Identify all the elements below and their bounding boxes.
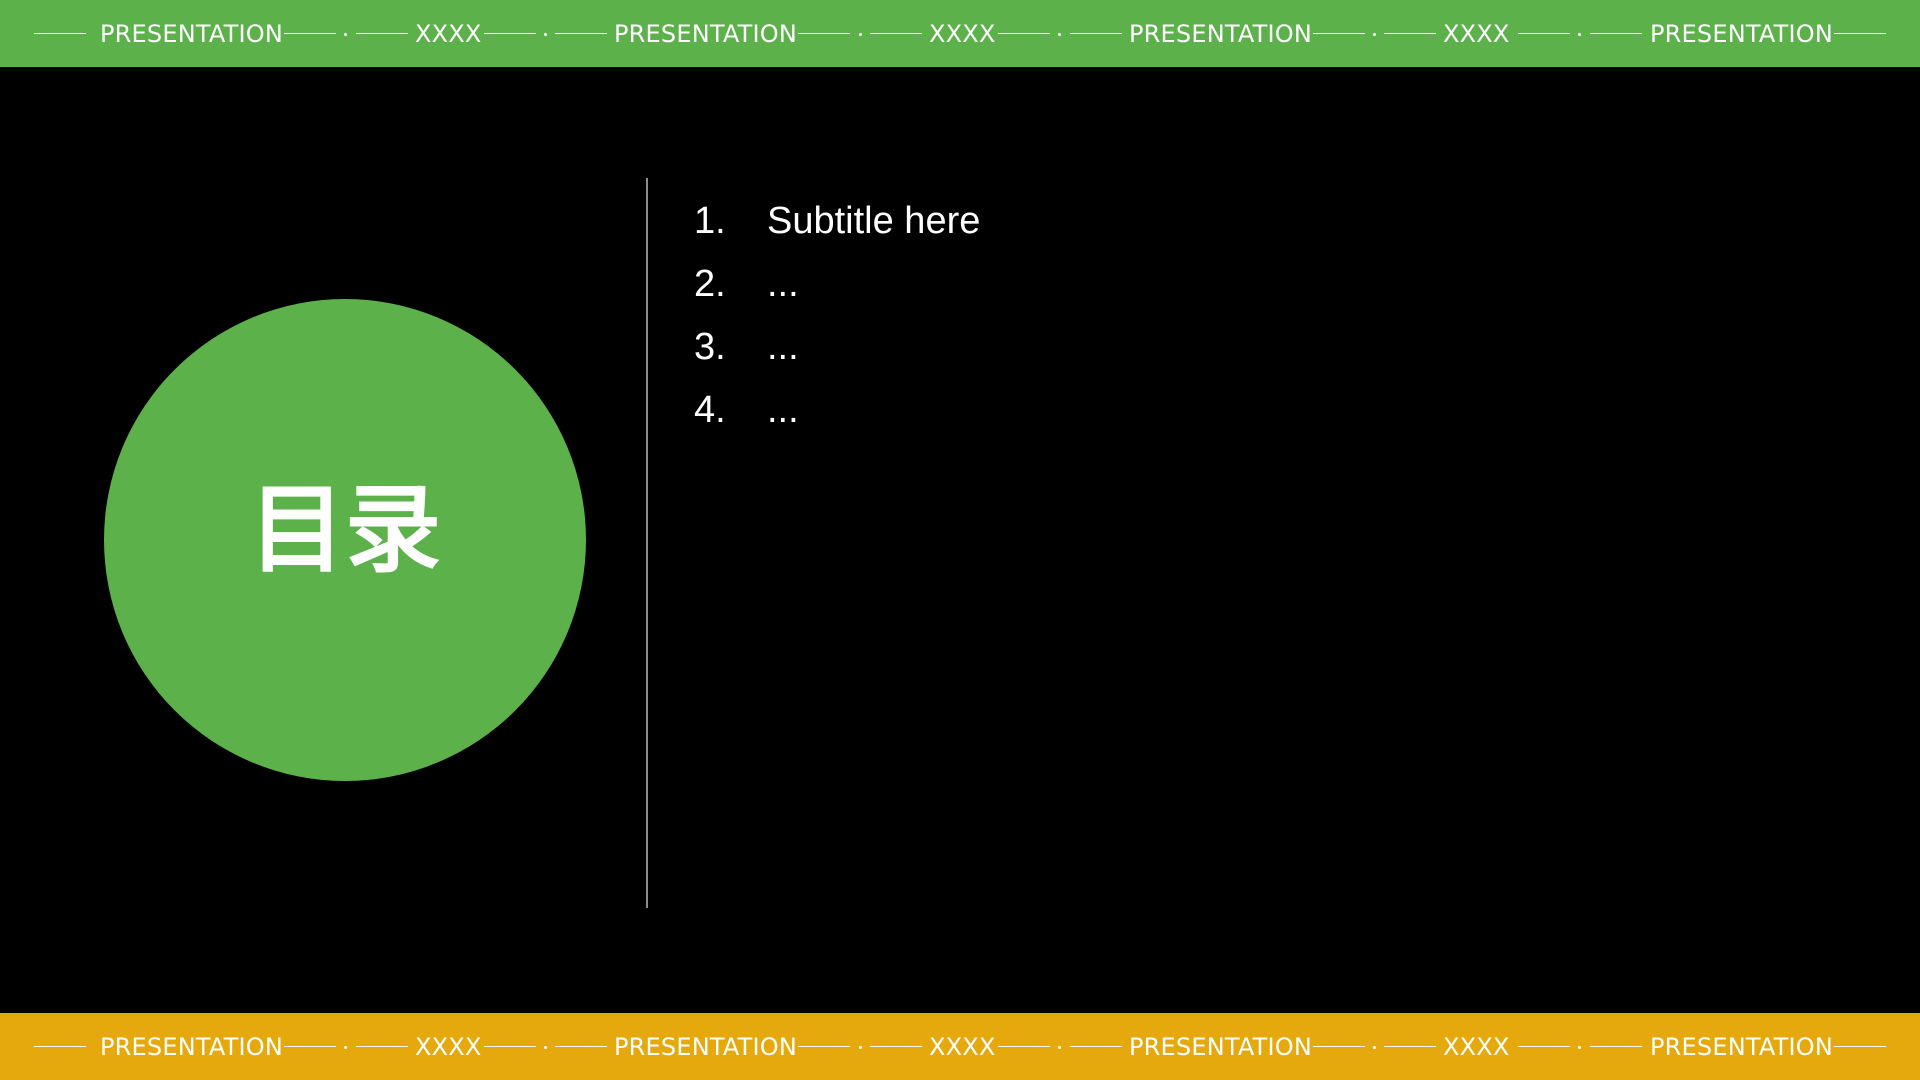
banner-line xyxy=(1313,0,1365,67)
banner-word: XXXX xyxy=(929,1032,996,1061)
banner-line xyxy=(284,0,336,67)
toc-list: 1. Subtitle here 2. ... 3. ... 4. ... xyxy=(694,190,980,442)
banner-dot xyxy=(1373,33,1376,36)
banner-line xyxy=(1590,0,1642,67)
banner-line xyxy=(555,0,607,67)
banner-line xyxy=(1518,0,1570,67)
banner-line xyxy=(356,0,408,67)
page-title: 目录 xyxy=(249,474,441,586)
banner-line xyxy=(998,0,1050,67)
banner-line xyxy=(34,0,86,67)
banner-line xyxy=(1384,1013,1436,1080)
toc-item-number: 4. xyxy=(694,389,726,431)
banner-line xyxy=(1834,0,1886,67)
banner-line xyxy=(1590,1013,1642,1080)
toc-item: 2. ... xyxy=(694,253,980,316)
banner-line xyxy=(798,1013,850,1080)
banner-line xyxy=(870,1013,922,1080)
banner-word: PRESENTATION xyxy=(614,19,797,48)
banner-dot xyxy=(344,33,347,36)
banner-line xyxy=(1070,1013,1122,1080)
banner-word: PRESENTATION xyxy=(1129,19,1312,48)
toc-item-number: 2. xyxy=(694,263,726,305)
banner-word: PRESENTATION xyxy=(100,1032,283,1061)
banner-line xyxy=(1313,1013,1365,1080)
banner-dot xyxy=(859,33,862,36)
banner-line xyxy=(356,1013,408,1080)
banner-dot xyxy=(859,1046,862,1049)
toc-item-text: ... xyxy=(767,389,799,431)
toc-item-number: 1. xyxy=(694,200,726,242)
banner-line xyxy=(998,1013,1050,1080)
toc-item-text: ... xyxy=(767,263,799,305)
banner-line xyxy=(1834,1013,1886,1080)
banner-dot xyxy=(1578,33,1581,36)
banner-line xyxy=(34,1013,86,1080)
bottom-banner-track: PRESENTATION XXXX PRESENTATION XXXX PRES… xyxy=(0,1013,1920,1080)
banner-line xyxy=(870,0,922,67)
banner-word: XXXX xyxy=(1443,1032,1510,1061)
banner-line xyxy=(1384,0,1436,67)
banner-line xyxy=(284,1013,336,1080)
vertical-divider xyxy=(646,178,648,908)
banner-word: XXXX xyxy=(415,1032,482,1061)
banner-word: PRESENTATION xyxy=(1129,1032,1312,1061)
title-circle: 目录 xyxy=(104,299,586,781)
banner-dot xyxy=(544,1046,547,1049)
toc-item: 3. ... xyxy=(694,316,980,379)
banner-word: XXXX xyxy=(929,19,996,48)
banner-line xyxy=(555,1013,607,1080)
banner-dot xyxy=(1373,1046,1376,1049)
banner-line xyxy=(1518,1013,1570,1080)
banner-word: PRESENTATION xyxy=(1650,19,1833,48)
banner-line xyxy=(484,1013,536,1080)
banner-dot xyxy=(1058,33,1061,36)
top-banner: PRESENTATION XXXX PRESENTATION XXXX PRES… xyxy=(0,0,1920,67)
banner-word: XXXX xyxy=(1443,19,1510,48)
toc-item-number: 3. xyxy=(694,326,726,368)
banner-dot xyxy=(344,1046,347,1049)
banner-line xyxy=(484,0,536,67)
bottom-banner: PRESENTATION XXXX PRESENTATION XXXX PRES… xyxy=(0,1013,1920,1080)
banner-line xyxy=(798,0,850,67)
banner-line xyxy=(1070,0,1122,67)
toc-item-text: Subtitle here xyxy=(767,200,981,242)
toc-item: 1. Subtitle here xyxy=(694,190,980,253)
toc-item-text: ... xyxy=(767,326,799,368)
toc-item: 4. ... xyxy=(694,379,980,442)
banner-word: PRESENTATION xyxy=(100,19,283,48)
banner-dot xyxy=(544,33,547,36)
banner-dot xyxy=(1578,1046,1581,1049)
banner-word: PRESENTATION xyxy=(614,1032,797,1061)
banner-word: XXXX xyxy=(415,19,482,48)
banner-word: PRESENTATION xyxy=(1650,1032,1833,1061)
banner-dot xyxy=(1058,1046,1061,1049)
top-banner-track: PRESENTATION XXXX PRESENTATION XXXX PRES… xyxy=(0,0,1920,67)
